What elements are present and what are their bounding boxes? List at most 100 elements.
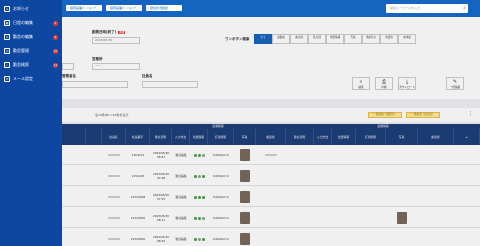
in-datetime: 2023/05/30 08:11 [152,214,170,222]
location-status-icon [193,153,205,157]
col-out-photo[interactable]: 写真 [386,129,418,145]
location-status-icon [193,195,205,199]
segment-location[interactable]: 位置情報 [326,34,344,44]
breadcrumb-item[interactable]: 勤怠状況確認 [146,5,182,11]
col-blank [86,129,102,145]
table-row[interactable]: 215C9020 2023/05/30 08:20 勤怠編集 0.000km(1… [62,229,480,246]
col-name[interactable]: 社員名 [102,129,126,145]
in-status: 0.000km(1) [212,153,230,157]
col-checkbox [62,129,86,145]
search-icon: ⌕ [4,62,10,68]
in-datetime: 2023/05/30 08:52 [152,151,170,159]
segment-approved[interactable]: 承認済 [380,34,398,44]
col-in-checker[interactable]: 確認者 [256,129,286,145]
sidebar-item-attendance-manage[interactable]: ◷ 勤怠管理 10 [0,44,62,58]
segment-all[interactable]: 全て [254,34,272,44]
count-badge: 10 [53,48,58,54]
calendar-icon: ▦ [4,20,10,26]
date-field[interactable]: 2023/05/30 [92,37,140,44]
redacted-name [108,238,120,240]
employee-id: 215C220 [131,174,145,178]
breadcrumb-item[interactable]: 検索画面0 - ヘルプ [66,5,102,11]
staff-label: 社員名 [142,74,153,78]
segment-no-stamp[interactable]: 未打刻 [290,34,308,44]
col-out-datetime[interactable]: 勤怠日時 [286,129,314,145]
photo-thumbnail[interactable] [240,233,250,245]
print-button[interactable]: ⎙ 印刷 [375,77,393,90]
bulk-approve-shown-button[interactable]: 一括承認（表示分） [406,112,440,118]
sidebar-item-attendance-edit[interactable]: ✎ 勤怠の編集 4 [0,30,62,44]
col-in-location[interactable]: 位置情報 [190,129,208,145]
col-in-photo[interactable]: 写真 [234,129,256,145]
photo-thumbnail[interactable] [240,170,250,182]
segment-photo[interactable]: 写真 [344,34,362,44]
col-out-checker[interactable]: 確認者 [418,129,454,145]
print-icon: ⎙ [381,79,386,85]
redacted-name [108,154,120,156]
required-badge: 必須 [118,31,126,34]
redacted-name [108,175,120,177]
in-method: 勤怠編集 [175,153,187,157]
location-status-icon [193,174,205,178]
breadcrumb: 検索画面0 - ヘルプ 検索画面0 - ヘルプ 勤怠状況確認 [66,5,182,11]
in-method: 勤怠編集 [175,195,187,199]
sidebar-item-attendance-search[interactable]: ⌕ 勤怠検索 11 [0,58,62,72]
search-form: 勤務日時(終了) 必須 2023/05/30 営業所 ーー 管理者名 社員名 ワン… [62,17,480,99]
table-row[interactable]: 21b4C21 2023/05/30 08:52 勤怠編集 0.000km(1) [62,145,480,165]
segment-irregular[interactable]: 乱打刻 [308,34,326,44]
photo-thumbnail[interactable] [240,212,250,224]
segment-unapproved[interactable]: 未承認 [398,34,416,44]
download-button[interactable]: ⤓ ダウンロード [398,77,416,90]
bulk-edit-button[interactable]: ✎ 一括編集 [446,77,464,90]
previous-field[interactable] [62,63,74,70]
edit-icon: ✎ [4,34,10,40]
photo-thumbnail[interactable] [240,191,250,203]
manager-label: 管理者名 [62,74,76,78]
dept-select[interactable]: ーー [92,63,140,70]
col-in-status[interactable]: 打刻状態 [208,129,234,145]
col-id[interactable]: 社員番号 [126,129,150,145]
table-row[interactable]: 215C220 2023/05/30 07:48 勤怠編集 0.000km(1) [62,166,480,186]
sidebar-item-mail[interactable]: ✉ メール設定 [0,72,62,86]
download-icon: ⤓ [405,79,409,85]
sidebar-item-label: 勤怠検索 [13,62,29,67]
edit-icon: ✎ [452,79,458,85]
sidebar-item-label: 日程の編集 [13,20,33,25]
in-status: 0.000km(1) [212,174,230,178]
employee-id: 215C9928 [130,195,146,199]
staff-input[interactable] [142,81,198,88]
mail-icon: ✉ [4,76,10,82]
manager-input[interactable] [62,81,128,88]
search-button[interactable]: ⌕ 検索 [352,77,370,90]
more-icon[interactable]: ⋮ [468,111,473,117]
in-datetime: 2023/05/30 07:55 [152,193,170,201]
employee-id: 215C9005 [130,216,146,220]
location-status-icon [193,237,205,241]
employee-id: 21b4C21 [131,153,145,157]
segment-pending[interactable]: 承認待ち [362,34,380,44]
search-icon[interactable]: ⌕ [463,4,466,13]
redacted-name [108,196,120,198]
clock-icon: ◷ [4,48,10,54]
col-in-method[interactable]: 入力方法 [172,129,190,145]
segment-before-leave[interactable]: 退勤前 [272,34,290,44]
col-out-method[interactable]: 入力方法 [314,129,332,145]
sidebar-item-notices[interactable]: ⌂ お知らせ [0,2,62,16]
location-status-icon [193,216,205,220]
employee-id: 215C9020 [130,237,146,241]
table-row[interactable]: 215C9005 2023/05/30 08:11 勤怠編集 0.000km(1… [62,208,480,228]
search-input[interactable]: 検索キーワードを入力 ⌕ [386,4,468,13]
col-out-location[interactable]: 位置情報 [332,129,356,145]
search-placeholder: 検索キーワードを入力 [390,6,421,10]
col-in-datetime[interactable]: 勤怠日時 [150,129,172,145]
redacted-checker [265,154,277,156]
sidebar-item-schedule[interactable]: ▦ 日程の編集 2 [0,16,62,30]
photo-thumbnail[interactable] [397,212,407,224]
col-out-status[interactable]: 打刻状態 [356,129,386,145]
table-row[interactable]: 215C9928 2023/05/30 07:55 勤怠編集 0.000km(1… [62,187,480,207]
breadcrumb-item[interactable]: 検索画面0 - ヘルプ [106,5,142,11]
top-bar: 検索画面0 - ヘルプ 検索画面0 - ヘルプ 勤怠状況確認 検索キーワードを入… [0,0,480,17]
bulk-approve-selected-button[interactable]: 一括承認（選択分） [368,112,402,118]
photo-thumbnail[interactable] [240,149,250,161]
count-badge: 11 [53,62,58,68]
